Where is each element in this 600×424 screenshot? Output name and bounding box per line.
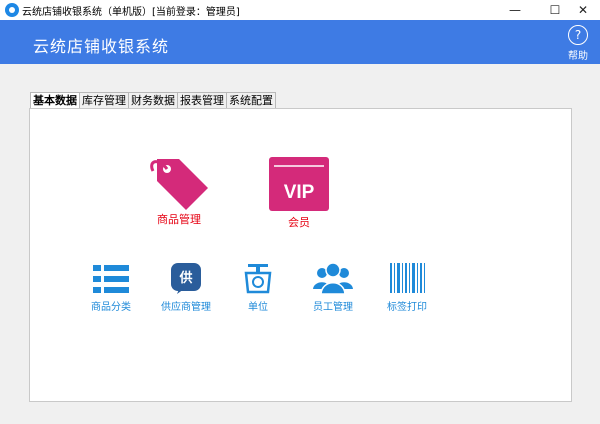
label-print-tile[interactable]: 标签打印 xyxy=(382,261,432,313)
window-title: 云统店铺收银系统（单机版）[当前登录：管理员] xyxy=(22,7,240,18)
supplier-glyph: 供 xyxy=(178,270,192,286)
staff-management-label: 员工管理 xyxy=(313,302,353,313)
app-icon xyxy=(5,3,19,17)
product-management-label: 商品管理 xyxy=(157,213,201,226)
list-icon xyxy=(93,265,129,293)
vip-text: VIP xyxy=(284,182,315,203)
vip-card-icon: VIP xyxy=(269,157,329,211)
tab-strip: 基本数据 库存管理 财务数据 报表管理 系统配置 xyxy=(30,92,276,110)
product-management-tile[interactable]: 商品管理 xyxy=(138,149,220,227)
product-category-label: 商品分类 xyxy=(91,302,131,313)
member-label: 会员 xyxy=(288,216,310,229)
barcode-icon xyxy=(390,263,425,293)
minimize-button[interactable]: — xyxy=(498,0,532,20)
label-print-label: 标签打印 xyxy=(387,302,427,313)
app-title: 云统店铺收银系统 xyxy=(33,37,170,56)
staff-management-tile[interactable]: 员工管理 xyxy=(308,261,358,313)
tab-finance[interactable]: 财务数据 xyxy=(128,92,178,109)
tab-system-config[interactable]: 系统配置 xyxy=(226,92,276,109)
product-category-tile[interactable]: 商品分类 xyxy=(86,263,136,313)
supplier-tile[interactable]: 供 供应商管理 xyxy=(158,261,214,313)
member-tile[interactable]: VIP 会员 xyxy=(260,157,338,230)
window-titlebar: 云统店铺收银系统（单机版）[当前登录：管理员] — ☐ ✕ xyxy=(0,0,600,20)
unit-tile[interactable]: 单位 xyxy=(238,261,278,313)
close-button[interactable]: ✕ xyxy=(566,0,600,20)
tab-reports[interactable]: 报表管理 xyxy=(177,92,227,109)
people-icon xyxy=(313,262,353,295)
unit-label: 单位 xyxy=(248,302,268,313)
supplier-chat-icon: 供 xyxy=(171,263,201,294)
app-header: 云统店铺收银系统 ? 帮助 xyxy=(0,20,600,64)
help-button[interactable]: ? 帮助 xyxy=(567,25,589,62)
price-tag-icon xyxy=(150,159,208,210)
tab-inventory[interactable]: 库存管理 xyxy=(79,92,129,109)
help-icon[interactable]: ? xyxy=(568,25,588,45)
supplier-label: 供应商管理 xyxy=(161,302,211,313)
scale-icon xyxy=(244,264,272,294)
tab-panel-basic-data: 商品管理 VIP 会员 商品分类 供 供应商管理 单位 员工管理 标签打印 xyxy=(29,108,572,402)
help-label[interactable]: 帮助 xyxy=(567,47,589,62)
